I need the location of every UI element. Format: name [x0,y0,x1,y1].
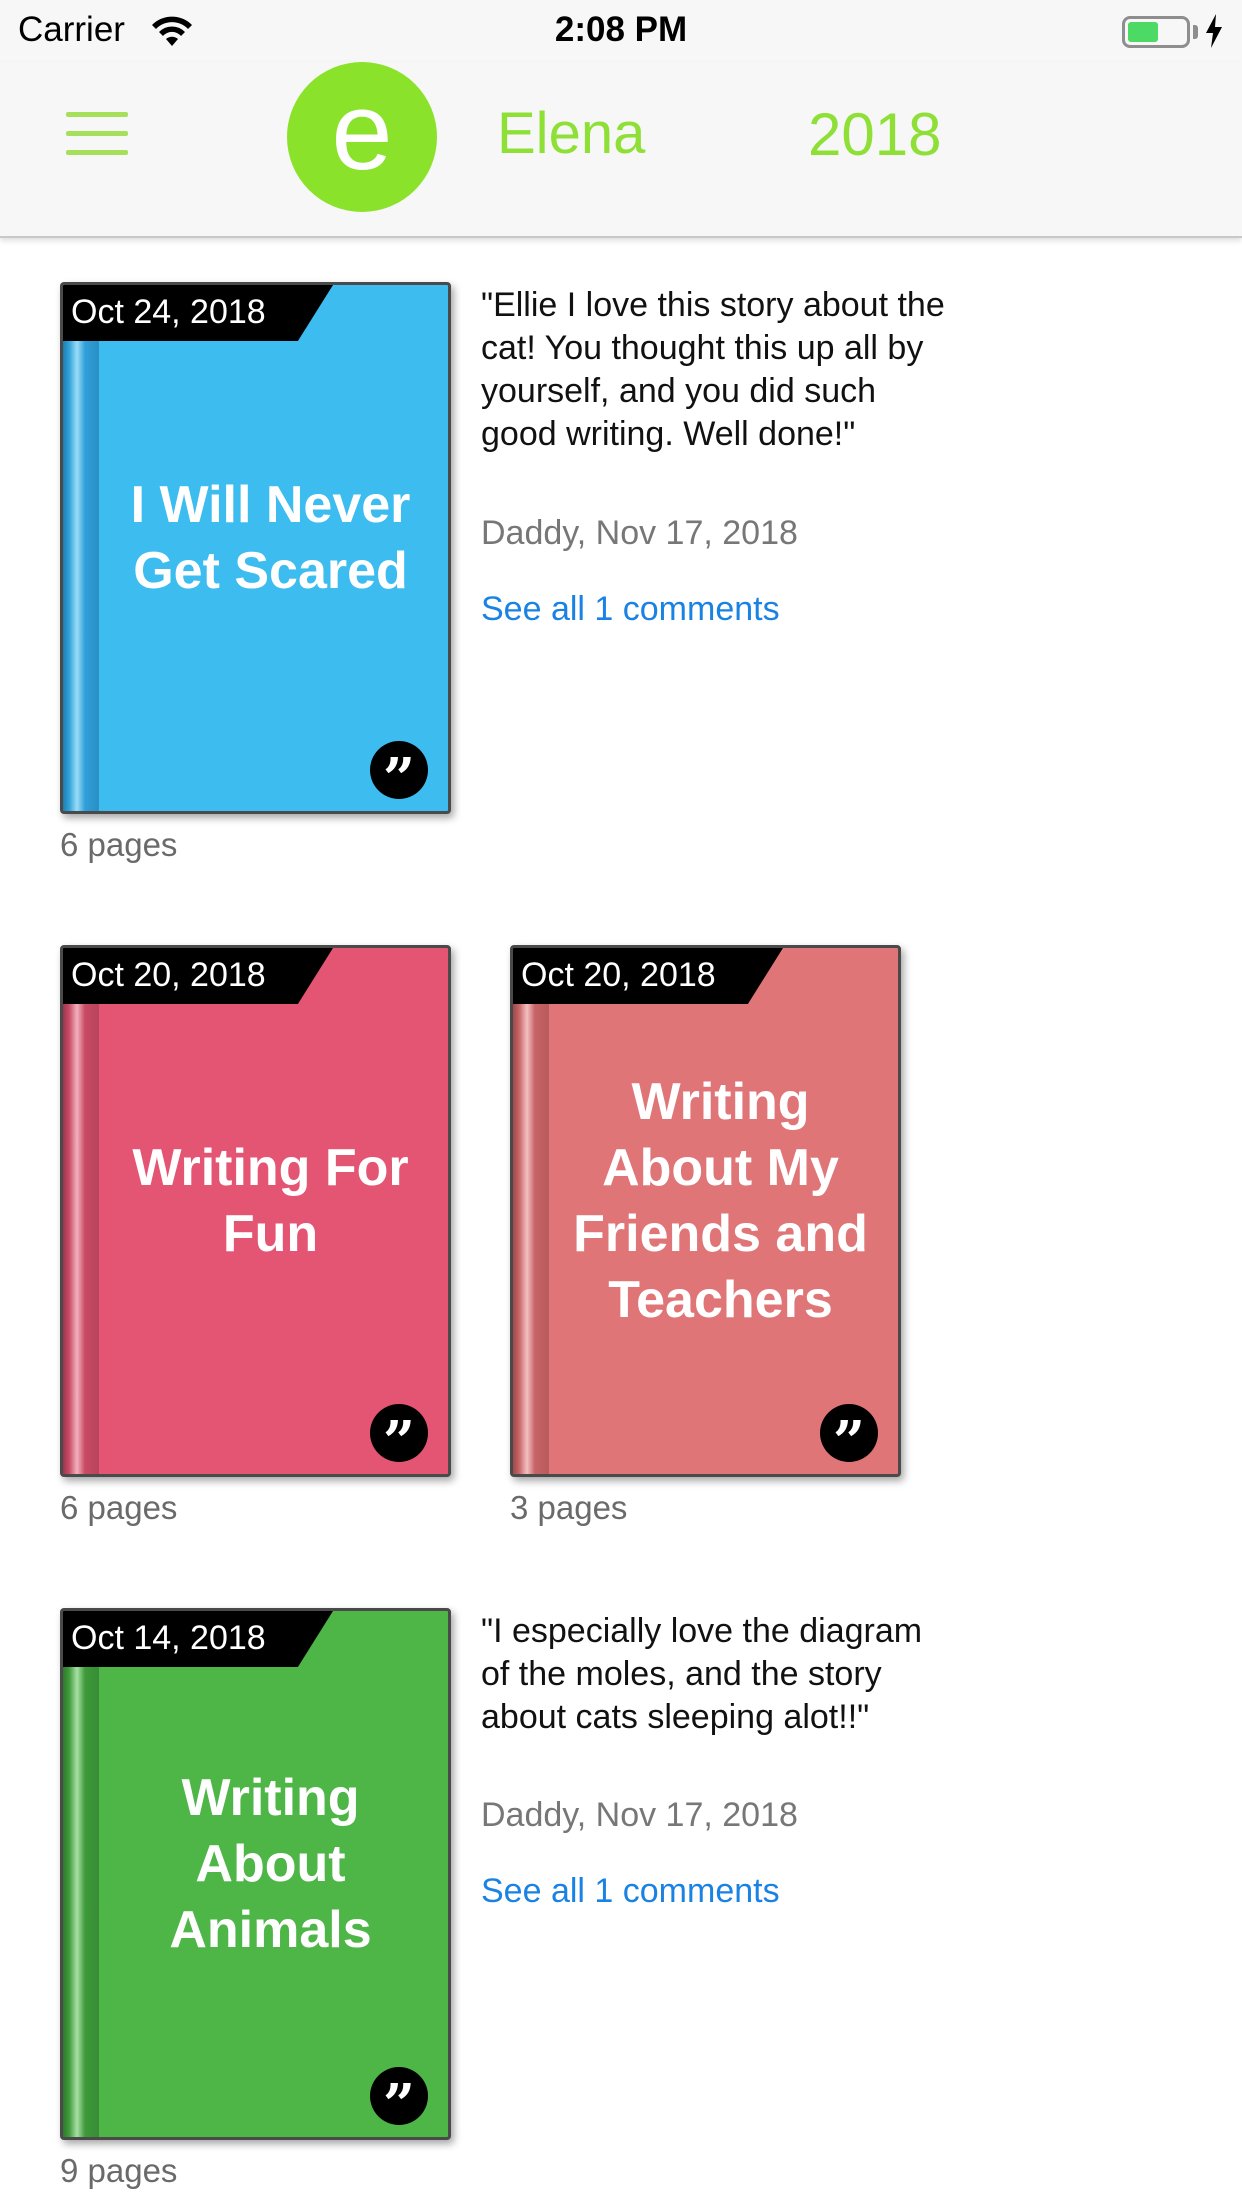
date-ribbon: Oct 14, 2018 [63,1611,333,1667]
clock: 2:08 PM [554,10,688,49]
see-all-comments-link[interactable]: See all 1 comments [481,590,780,629]
book-cover[interactable]: Oct 20, 2018 Writing About My Friends an… [510,945,901,1477]
book-spine [513,948,549,1474]
book-cover[interactable]: Oct 24, 2018 I Will Never Get Scared ” [60,282,451,814]
avatar[interactable]: e [287,62,437,212]
comment-quote-icon[interactable]: ” [820,1404,878,1474]
see-all-comments-link[interactable]: See all 1 comments [481,1872,780,1911]
page-count: 6 pages [60,1489,178,1526]
battery-icon [1122,16,1190,48]
page-count: 3 pages [510,1489,628,1526]
book-spine [63,1611,99,2137]
comment-author-date: Daddy, Nov 17, 2018 [481,514,798,552]
header-bar: e Elena 2018 [0,62,1242,238]
menu-icon[interactable] [66,112,128,162]
book-spine [63,285,99,811]
date-ribbon: Oct 24, 2018 [63,285,333,341]
status-bar: Carrier 2:08 PM [0,0,1242,62]
date-ribbon: Oct 20, 2018 [63,948,333,1004]
charging-icon [1206,14,1222,48]
book-cover[interactable]: Oct 14, 2018 Writing About Animals ” [60,1608,451,2140]
book-title: I Will Never Get Scared [130,476,411,600]
comment-text: "I especially love the diagram of the mo… [481,1612,923,1736]
book-spine [63,948,99,1474]
year-selector[interactable]: 2018 [808,100,941,169]
battery-cap [1193,25,1198,39]
page-count: 6 pages [60,826,178,863]
comment-quote-icon[interactable]: ” [370,741,428,811]
comment-text: "Ellie I love this story about the cat! … [481,286,945,453]
comment-quote-icon[interactable]: ” [370,1404,428,1474]
book-title: Writing About Animals [169,1769,372,1959]
comment-quote-icon[interactable]: ” [370,2067,428,2137]
comment-author-date: Daddy, Nov 17, 2018 [481,1796,798,1834]
book-cover[interactable]: Oct 20, 2018 Writing For Fun ” [60,945,451,1477]
child-name[interactable]: Elena [497,100,645,167]
book-title: Writing For Fun [132,1139,409,1263]
book-title: Writing About My Friends and Teachers [573,1073,868,1329]
page-count: 9 pages [60,2152,178,2189]
date-ribbon: Oct 20, 2018 [513,948,783,1004]
